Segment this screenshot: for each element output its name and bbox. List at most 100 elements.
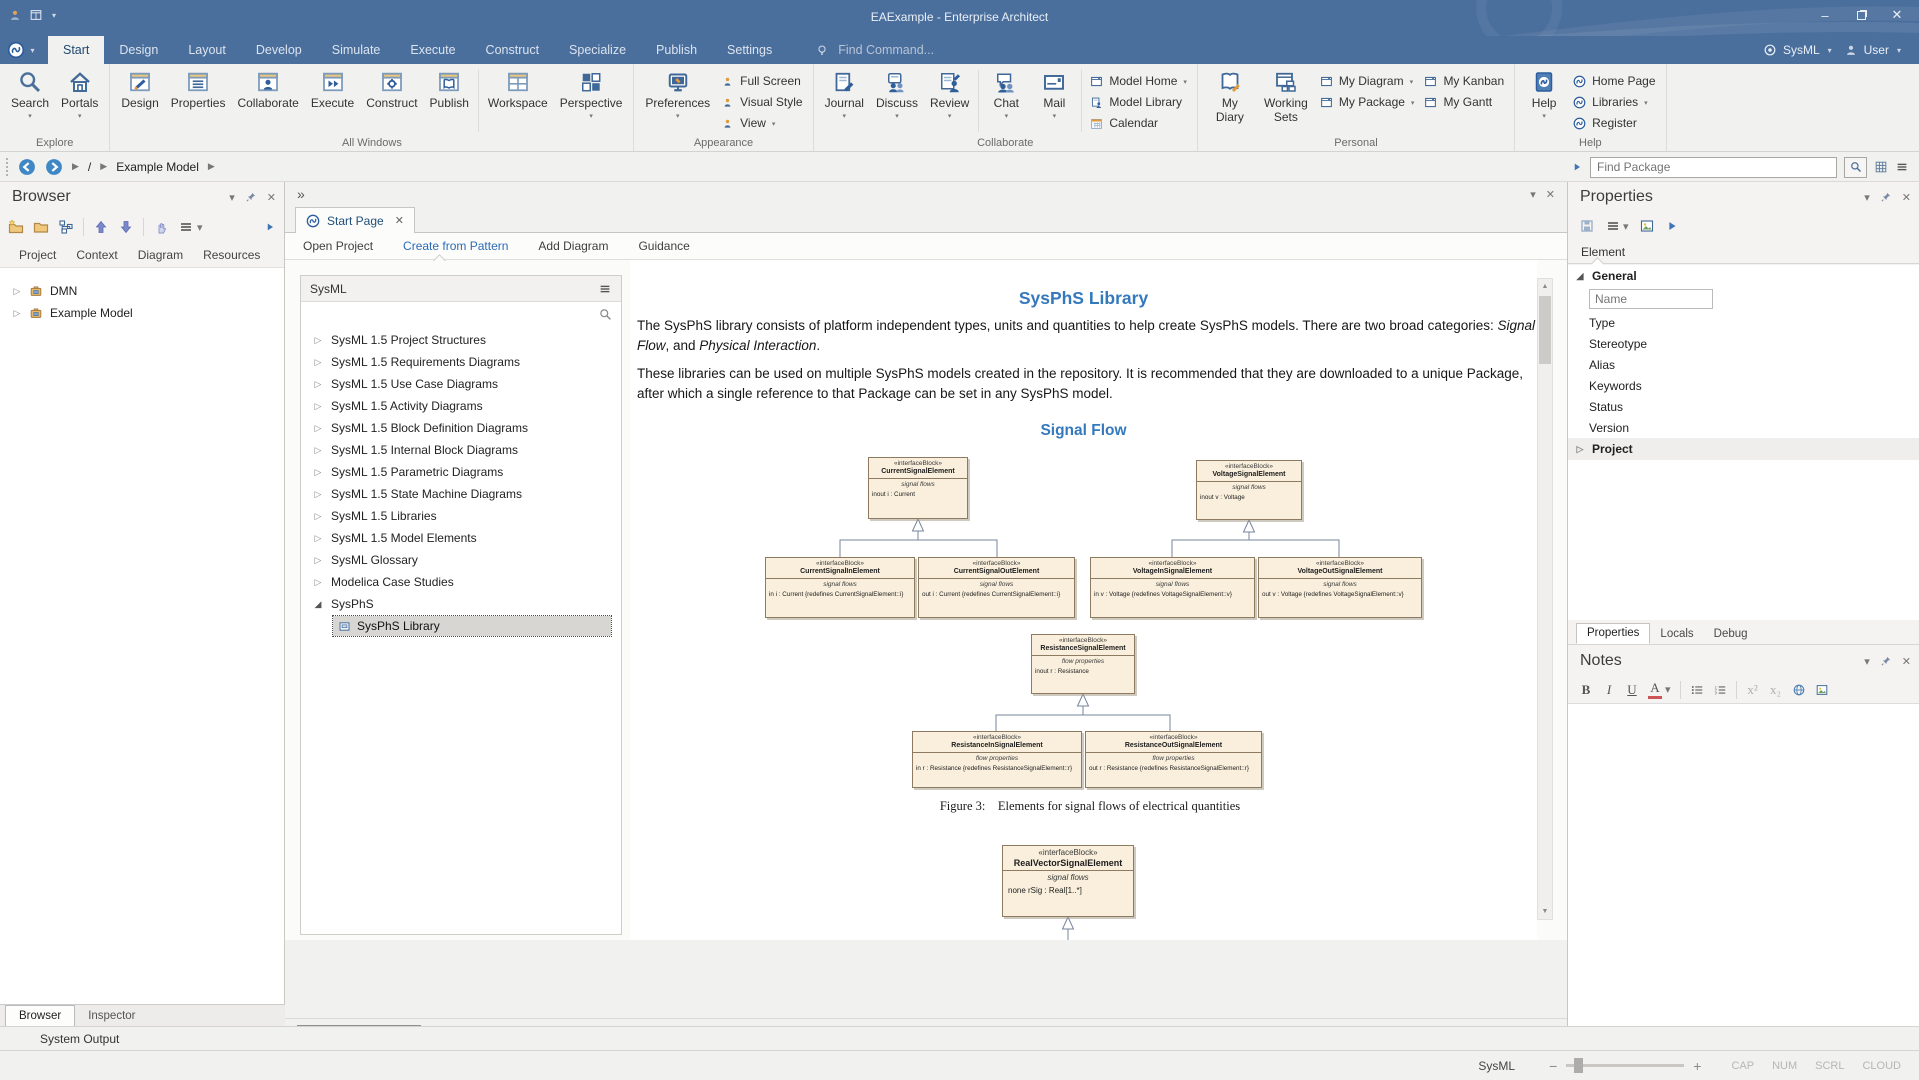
find-command-box[interactable]: Find Command... <box>815 36 934 64</box>
scroll-up-icon[interactable]: ▲ <box>1538 279 1552 294</box>
link-open-project[interactable]: Open Project <box>303 239 373 253</box>
move-down-icon[interactable] <box>118 219 134 235</box>
my-gantt-button[interactable]: My Gantt <box>1424 93 1504 111</box>
panel-close-icon[interactable]: ✕ <box>1902 655 1911 668</box>
tab-develop[interactable]: Develop <box>241 36 317 64</box>
zoom-in-icon[interactable]: + <box>1693 1058 1701 1074</box>
my-kanban-button[interactable]: My Kanban <box>1424 72 1504 90</box>
name-field[interactable] <box>1589 289 1713 309</box>
pattern-item-sysphs[interactable]: ◢SysPhS <box>301 593 621 615</box>
status-perspective[interactable]: SysML <box>1478 1059 1515 1073</box>
tab-execute[interactable]: Execute <box>395 36 470 64</box>
section-project[interactable]: ▷Project <box>1568 438 1919 460</box>
scroll-right-icon[interactable] <box>264 221 276 233</box>
properties-tab-element[interactable]: Element <box>1581 245 1625 259</box>
close-tab-group-icon[interactable]: ✕ <box>1546 188 1555 201</box>
move-up-icon[interactable] <box>93 219 109 235</box>
toolbar-grip[interactable] <box>6 158 9 176</box>
browser-tab-resources[interactable]: Resources <box>194 245 269 265</box>
insert-image-icon[interactable] <box>1815 683 1829 697</box>
review-button[interactable]: Review▾ <box>924 67 975 120</box>
browser-menu-icon[interactable] <box>178 219 194 235</box>
construct-button[interactable]: Construct <box>360 67 423 111</box>
close-tab-icon[interactable]: ✕ <box>395 214 404 227</box>
property-row-type[interactable]: Type <box>1568 312 1919 333</box>
link-guidance[interactable]: Guidance <box>638 239 689 253</box>
breadcrumb-arrow-icon[interactable]: ▶ <box>72 161 79 172</box>
view-button[interactable]: View▾ <box>721 114 802 132</box>
panel-dropdown-icon[interactable]: ▾ <box>1864 655 1870 668</box>
breadcrumb-current[interactable]: Example Model <box>116 160 199 174</box>
calendar-button[interactable]: Calendar <box>1090 114 1187 132</box>
tab-construct[interactable]: Construct <box>471 36 555 64</box>
panel-close-icon[interactable]: ✕ <box>1902 191 1911 204</box>
pattern-item[interactable]: ▷SysML 1.5 State Machine Diagrams <box>301 483 621 505</box>
breadcrumb-arrow-icon[interactable]: ▶ <box>208 161 215 172</box>
tab-settings[interactable]: Settings <box>712 36 787 64</box>
pattern-menu-icon[interactable] <box>598 282 612 296</box>
tab-start[interactable]: Start <box>48 36 104 64</box>
zoom-slider-thumb[interactable] <box>1574 1058 1583 1073</box>
menu-icon[interactable] <box>1895 160 1909 174</box>
subscript-icon[interactable]: x₂ <box>1769 682 1783 698</box>
collaborate-button[interactable]: Collaborate <box>231 67 304 111</box>
pattern-item[interactable]: ▷SysML 1.5 Use Case Diagrams <box>301 373 621 395</box>
perspective-selector[interactable]: SysML <box>1783 43 1820 57</box>
tab-simulate[interactable]: Simulate <box>317 36 396 64</box>
tab-properties[interactable]: Properties <box>1576 623 1650 644</box>
dock-tab-inspector[interactable]: Inspector <box>75 1005 148 1026</box>
properties-button[interactable]: Properties <box>165 67 232 111</box>
tab-publish[interactable]: Publish <box>641 36 712 64</box>
document-scrollbar[interactable]: ▲ ▼ <box>1537 278 1553 920</box>
underline-icon[interactable]: U <box>1625 682 1639 698</box>
zoom-out-icon[interactable]: − <box>1549 1058 1557 1074</box>
tab-debug[interactable]: Debug <box>1704 625 1758 644</box>
start-page-tab[interactable]: Start Page ✕ <box>295 207 415 233</box>
search-button[interactable]: Search▾ <box>5 67 55 120</box>
portals-button[interactable]: Portals▾ <box>55 67 104 120</box>
journal-button[interactable]: Journal▾ <box>819 67 870 120</box>
font-color-dropdown-icon[interactable]: ▾ <box>1665 683 1671 696</box>
pattern-item[interactable]: ▷SysML 1.5 Model Elements <box>301 527 621 549</box>
close-button[interactable]: ✕ <box>1879 3 1915 27</box>
tab-locals[interactable]: Locals <box>1650 625 1703 644</box>
minimize-button[interactable]: – <box>1807 3 1843 27</box>
breadcrumb-arrow-icon[interactable]: ▶ <box>100 161 107 172</box>
expand-panel-icon[interactable] <box>1571 161 1583 173</box>
pattern-item[interactable]: ▷SysML Glossary <box>301 549 621 571</box>
properties-menu-icon[interactable] <box>1605 218 1621 234</box>
section-general[interactable]: ◢General <box>1568 265 1919 287</box>
scroll-down-icon[interactable]: ▼ <box>1538 904 1552 919</box>
preferences-button[interactable]: Preferences▾ <box>639 67 716 120</box>
perspective-button[interactable]: Perspective▾ <box>554 67 629 120</box>
pattern-item[interactable]: ▷SysML 1.5 Requirements Diagrams <box>301 351 621 373</box>
mail-button[interactable]: Mail▾ <box>1030 67 1078 120</box>
property-row-stereotype[interactable]: Stereotype <box>1568 333 1919 354</box>
scroll-right-icon[interactable] <box>1665 219 1679 233</box>
model-home-button[interactable]: Model Home▾ <box>1090 72 1187 90</box>
full-screen-button[interactable]: Full Screen <box>721 72 802 90</box>
folder-icon[interactable] <box>33 219 49 235</box>
find-package-input[interactable] <box>1590 157 1837 178</box>
model-library-button[interactable]: Model Library <box>1090 93 1187 111</box>
design-button[interactable]: Design <box>115 67 164 111</box>
libraries-button[interactable]: Libraries▾ <box>1573 93 1655 111</box>
zoom-control[interactable]: − + <box>1549 1058 1701 1074</box>
expand-arrow-icon[interactable]: ▷ <box>12 286 22 297</box>
menu-dropdown-icon[interactable]: ▾ <box>1623 220 1629 233</box>
visual-style-button[interactable]: Visual Style <box>721 93 802 111</box>
pattern-item[interactable]: ▷SysML 1.5 Activity Diagrams <box>301 395 621 417</box>
property-row-status[interactable]: Status <box>1568 396 1919 417</box>
pattern-item[interactable]: ▷SysML 1.5 Parametric Diagrams <box>301 461 621 483</box>
panel-pin-icon[interactable] <box>1880 191 1892 203</box>
dock-tab-browser[interactable]: Browser <box>5 1005 75 1026</box>
pattern-item[interactable]: ▷Modelica Case Studies <box>301 571 621 593</box>
publish-button[interactable]: Publish <box>424 67 475 111</box>
property-row-keywords[interactable]: Keywords <box>1568 375 1919 396</box>
find-package-search-button[interactable] <box>1844 157 1867 178</box>
numbered-list-icon[interactable]: 123 <box>1713 683 1727 697</box>
chat-button[interactable]: Chat▾ <box>982 67 1030 120</box>
panel-close-icon[interactable]: ✕ <box>267 191 276 204</box>
property-row-version[interactable]: Version <box>1568 417 1919 438</box>
restore-button[interactable] <box>1843 3 1879 27</box>
